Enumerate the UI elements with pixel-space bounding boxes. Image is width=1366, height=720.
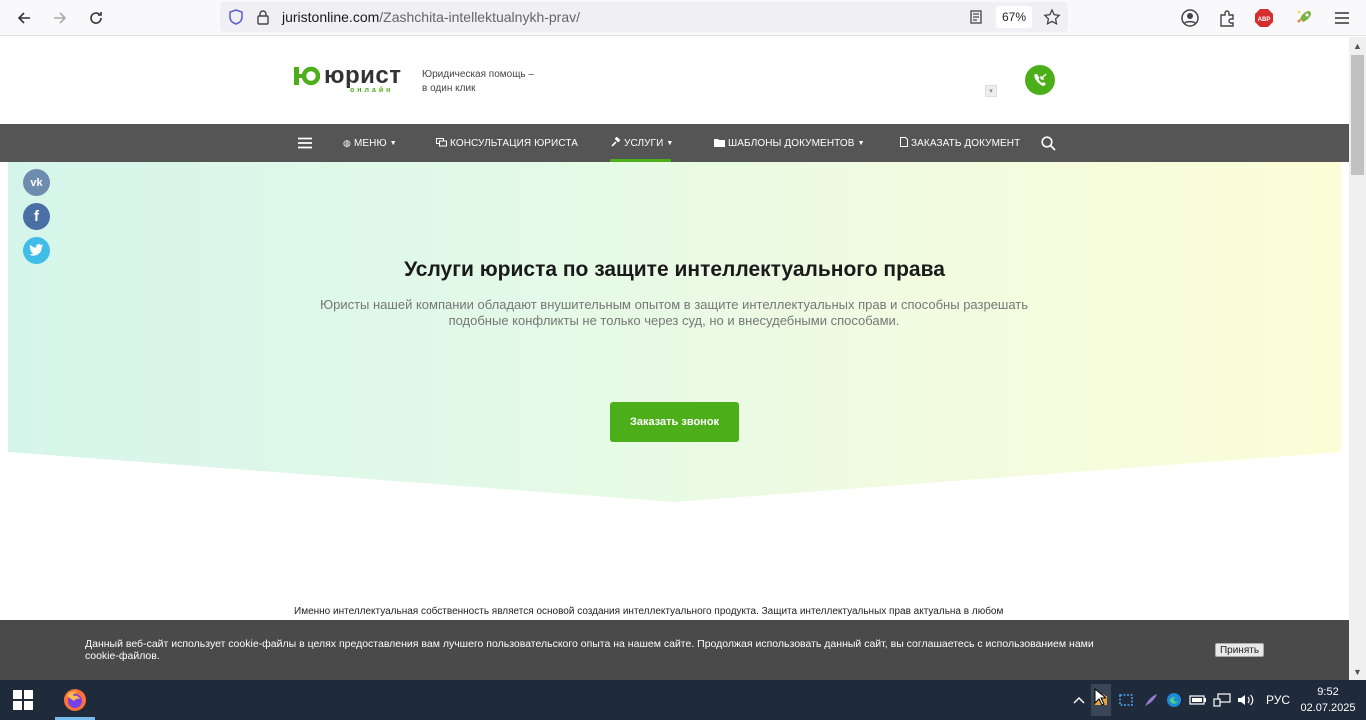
nav-label: КОНСУЛЬТАЦИЯ ЮРИСТА — [450, 137, 578, 149]
arrow-left-icon — [17, 12, 30, 24]
arrow-right-icon — [54, 12, 67, 24]
nav-item-templates[interactable]: ШАБЛОНЫ ДОКУМЕНТОВ ▼ — [714, 124, 865, 162]
caret-down-icon: ▼ — [857, 139, 865, 147]
callback-phone-button[interactable] — [1025, 65, 1055, 95]
reload-button[interactable] — [82, 4, 110, 32]
search-icon — [1041, 135, 1056, 151]
shield-icon[interactable] — [228, 9, 244, 25]
firefox-taskbar-button[interactable] — [55, 680, 95, 720]
volume-icon[interactable] — [1236, 690, 1256, 710]
logo-mark-icon — [294, 66, 320, 86]
globe-icon: ◍ — [343, 137, 351, 148]
hamburger-menu-icon[interactable] — [1329, 5, 1355, 31]
adblock-plus-icon[interactable]: ABP — [1251, 5, 1277, 31]
windows-taskbar: РУС 9:52 02.07.2025 — [0, 680, 1366, 720]
article-paragraph: Именно интеллектуальная собственность яв… — [294, 606, 1004, 617]
vk-icon: vk — [30, 176, 43, 189]
nav-label: ШАБЛОНЫ ДОКУМЕНТОВ — [728, 137, 855, 149]
network-icon[interactable] — [1212, 690, 1232, 710]
site-logo[interactable]: юрист онлайн — [294, 62, 402, 94]
scroll-down-arrow-icon[interactable]: ▼ — [1349, 663, 1366, 680]
svg-text:ABP: ABP — [1258, 17, 1271, 23]
cookie-accept-button[interactable]: Принять — [1215, 643, 1264, 657]
facebook-share-button[interactable]: f — [23, 203, 50, 230]
twitter-share-button[interactable] — [23, 237, 50, 264]
vk-share-button[interactable]: vk — [23, 169, 50, 196]
zoom-level-badge[interactable]: 67% — [996, 6, 1032, 28]
back-button[interactable] — [10, 4, 38, 32]
page-scrollbar[interactable]: ▲ ▼ — [1349, 37, 1366, 680]
tray-chevron-up-icon[interactable] — [1069, 690, 1089, 710]
nav-label: УСЛУГИ — [624, 137, 664, 149]
windows-start-icon[interactable] — [13, 690, 33, 710]
address-bar[interactable]: juristonline.com/Zashchita-intellektualn… — [220, 2, 1068, 32]
url-path: /Zashchita-intellektualnykh-prav/ — [379, 9, 581, 25]
phone-call-icon — [1034, 73, 1047, 86]
tagline-line1: Юридическая помощь – — [422, 69, 534, 80]
document-icon — [900, 137, 908, 149]
scroll-up-arrow-icon[interactable]: ▲ — [1349, 37, 1366, 54]
nav-label: ЗАКАЗАТЬ ДОКУМЕНТ — [911, 137, 1021, 149]
mouse-cursor-icon — [1094, 688, 1106, 706]
reload-icon — [90, 12, 102, 24]
hero-description: Юристы нашей компании обладают внушитель… — [319, 297, 1029, 328]
chat-icon — [436, 137, 447, 149]
caret-down-icon: ▼ — [389, 139, 397, 147]
nav-item-menu[interactable]: ◍ МЕНЮ ▼ — [343, 124, 397, 162]
nav-item-consultation[interactable]: КОНСУЛЬТАЦИЯ ЮРИСТА — [436, 124, 578, 162]
scroll-thumb[interactable] — [1351, 55, 1364, 175]
caret-down-icon: ▼ — [666, 139, 674, 147]
tagline-line2: в один клик — [422, 83, 476, 94]
screenshot-tool-icon[interactable] — [1116, 690, 1136, 710]
site-tagline: Юридическая помощь – в один клик — [422, 68, 562, 96]
hamburger-icon — [298, 137, 312, 149]
lock-icon[interactable] — [256, 9, 270, 25]
nav-item-order-document[interactable]: ЗАКАЗАТЬ ДОКУМЕНТ — [900, 124, 1020, 162]
nav-active-indicator — [610, 159, 671, 162]
url-host: juristonline.com — [282, 9, 380, 25]
facebook-icon: f — [34, 208, 39, 225]
clock-date: 02.07.2025 — [1300, 702, 1356, 714]
system-clock[interactable]: 9:52 02.07.2025 — [1296, 684, 1360, 716]
browser-toolbar: juristonline.com/Zashchita-intellektualn… — [0, 0, 1366, 36]
logo-subtitle: онлайн — [350, 87, 394, 94]
bookmark-star-icon[interactable] — [1043, 8, 1061, 26]
account-icon[interactable] — [1177, 5, 1203, 31]
pen-tool-icon[interactable] — [1141, 690, 1161, 710]
main-navigation: ◍ МЕНЮ ▼ КОНСУЛЬТАЦИЯ ЮРИСТА УСЛУГИ ▼ ША… — [0, 124, 1349, 162]
forward-button[interactable] — [46, 4, 74, 32]
twitter-bird-icon — [29, 244, 44, 256]
hero-section: Услуги юриста по защите интеллектуальног… — [8, 162, 1341, 502]
clock-time: 9:52 — [1317, 686, 1339, 698]
battery-icon[interactable] — [1188, 690, 1208, 710]
cookie-text: Данный веб-сайт использует cookie-файлы … — [85, 638, 1094, 662]
input-language-indicator[interactable]: РУС — [1266, 693, 1290, 707]
nav-label: МЕНЮ — [353, 137, 387, 149]
region-select[interactable]: ▾ — [985, 85, 997, 97]
url-text[interactable]: juristonline.com/Zashchita-intellektualn… — [282, 9, 580, 25]
nav-search-button[interactable] — [1041, 124, 1056, 162]
site-header: юрист онлайн Юридическая помощь – в один… — [0, 37, 1349, 124]
gavel-icon — [611, 136, 621, 149]
logo-text: юрист — [324, 62, 402, 89]
folder-icon — [714, 138, 725, 149]
reader-mode-icon[interactable] — [968, 9, 984, 25]
edge-tray-icon[interactable] — [1164, 690, 1184, 710]
firefox-icon — [64, 689, 86, 711]
cookie-banner: Данный веб-сайт использует cookie-файлы … — [0, 620, 1349, 680]
nav-burger-button[interactable] — [298, 124, 312, 162]
hero-title: Услуги юриста по защите интеллектуальног… — [404, 258, 945, 281]
order-call-button[interactable]: Заказать звонок — [610, 402, 739, 442]
nav-item-services[interactable]: УСЛУГИ ▼ — [611, 124, 673, 162]
rocket-extension-icon[interactable] — [1291, 5, 1317, 31]
extensions-icon[interactable] — [1214, 5, 1240, 31]
